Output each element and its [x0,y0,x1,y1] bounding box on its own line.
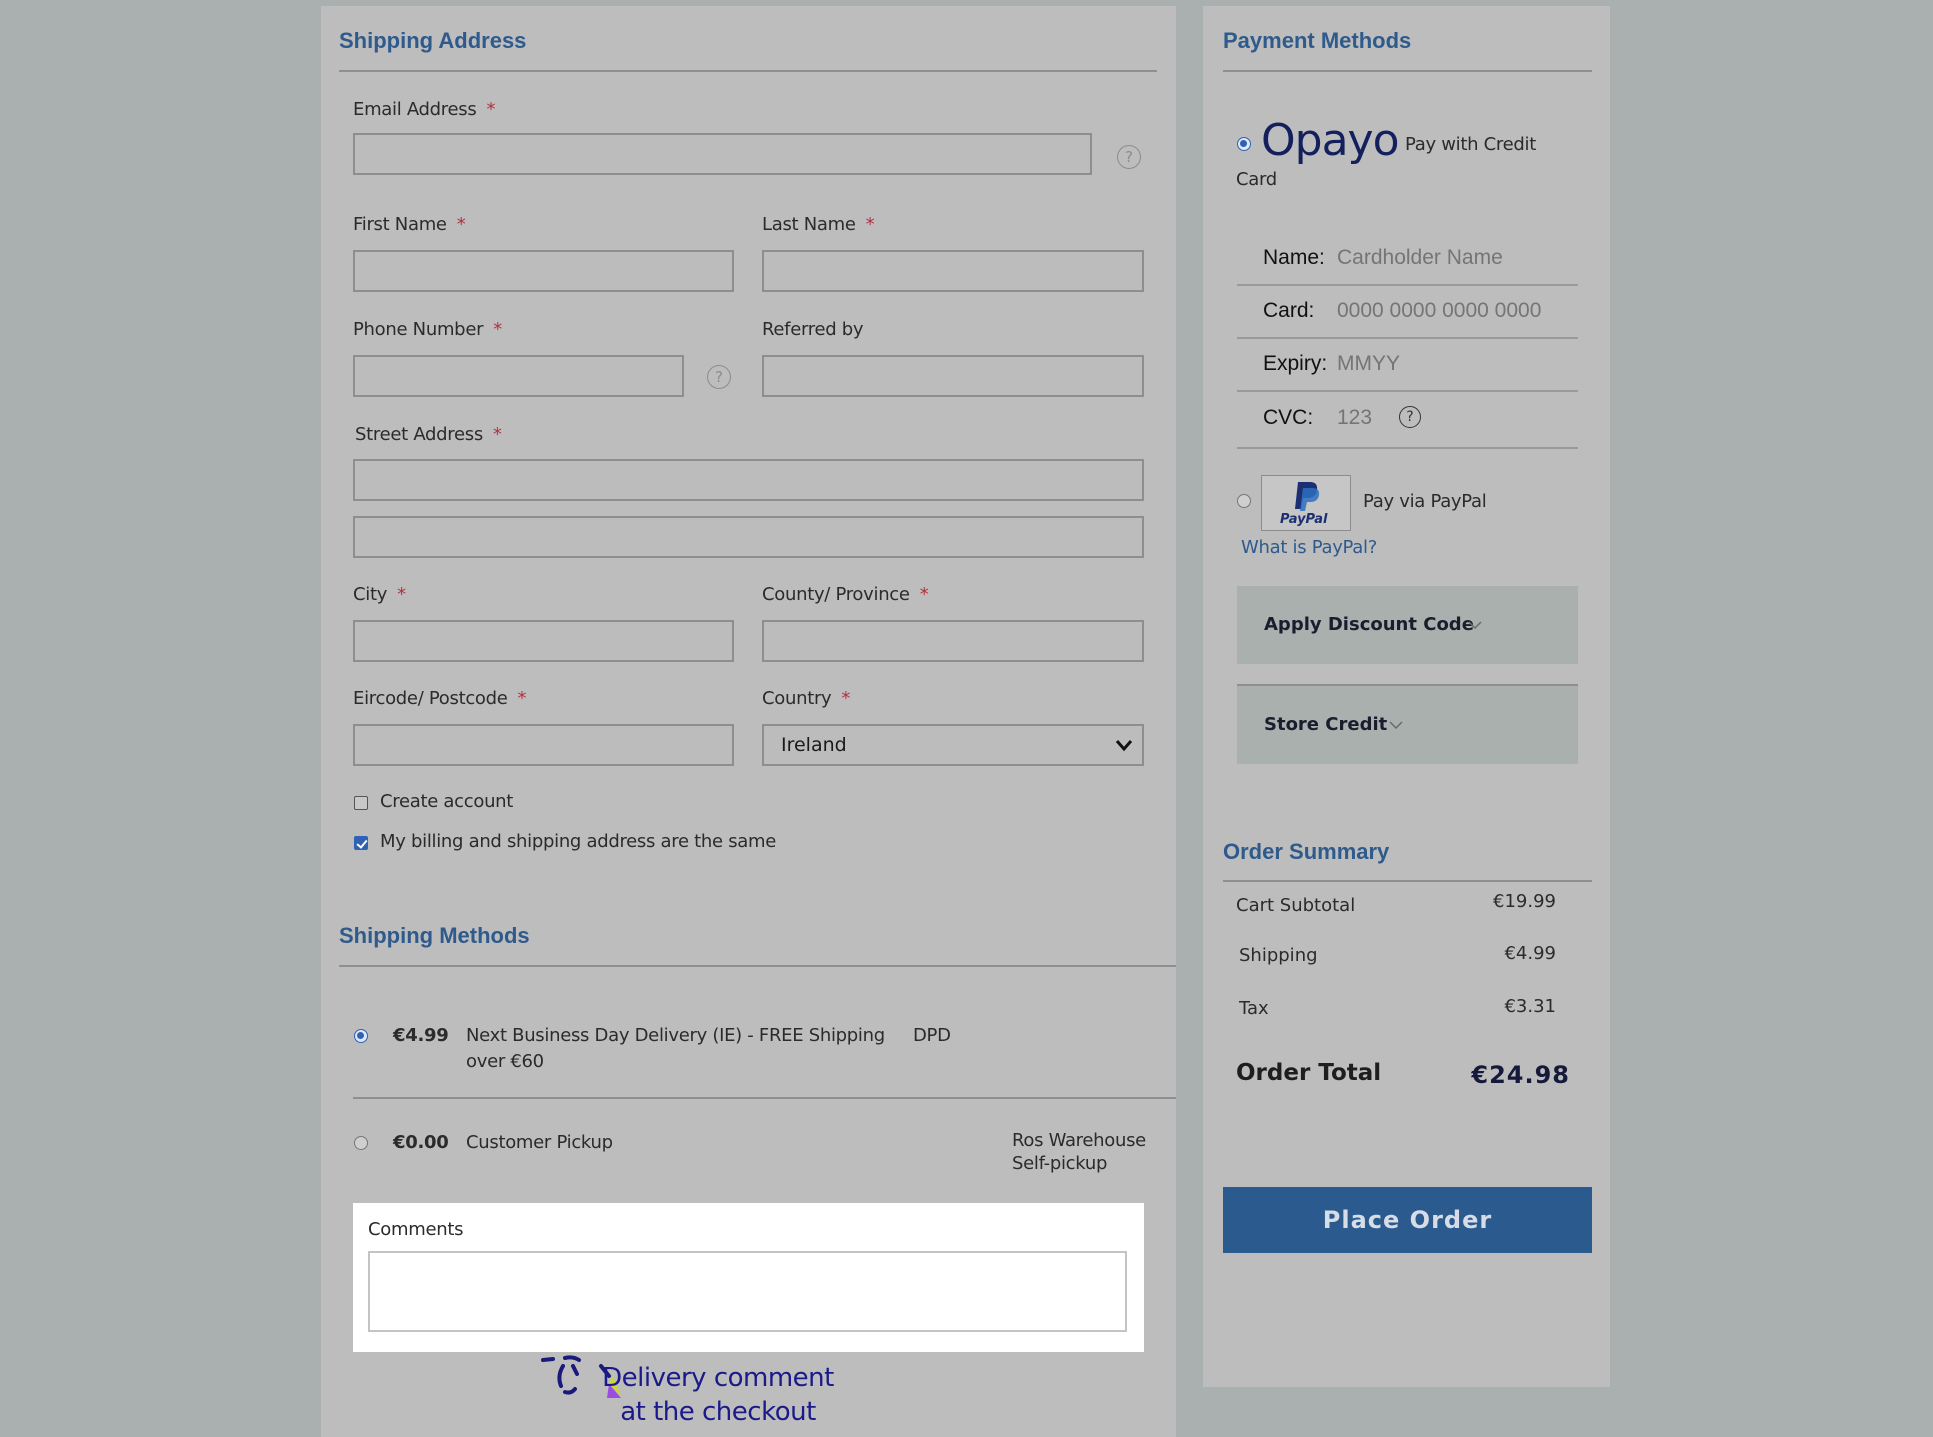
summary-label-subtotal: Cart Subtotal [1236,895,1356,916]
payment-methods-heading: Payment Methods [1223,28,1412,53]
summary-label-tax: Tax [1239,998,1269,1019]
shipping-option-name: Customer Pickup [466,1132,613,1153]
card-cvc-label: CVC: [1263,406,1314,429]
create-account-label: Create account [380,791,514,812]
shipping-methods-heading: Shipping Methods [339,923,530,948]
billing-same-label: My billing and shipping address are the … [380,831,777,852]
shipping-option-carrier-line2: Self-pickup [1012,1153,1108,1174]
paypal-logo-text: PayPal [1280,512,1328,527]
postcode-label: Eircode/ Postcode * [353,688,527,709]
chevron-down-icon [1389,721,1403,730]
summary-label-shipping: Shipping [1239,945,1318,966]
apply-discount-code-toggle[interactable]: Apply Discount Code [1237,586,1578,664]
divider [353,1097,1176,1099]
city-input[interactable] [353,620,734,662]
card-number-label: Card: [1263,299,1315,322]
annotation-line2: at the checkout [620,1397,816,1427]
place-order-button[interactable]: Place Order [1223,1187,1592,1253]
order-summary-heading: Order Summary [1223,839,1390,864]
referred-by-label: Referred by [762,319,864,340]
divider [1223,880,1592,882]
comments-section: Comments [353,1203,1144,1352]
email-help-icon[interactable]: ? [1117,145,1141,169]
store-credit-toggle[interactable]: Store Credit [1237,686,1578,764]
chevron-down-icon [1468,621,1482,630]
phone-label: Phone Number * [353,319,502,340]
payment-panel: Payment Methods Opayo Pay with Credit Ca… [1203,6,1610,1387]
divider [1223,70,1592,72]
street-address-line2-input[interactable] [353,516,1144,558]
county-input[interactable] [762,620,1144,662]
street-address-line1-input[interactable] [353,459,1144,501]
postcode-input[interactable] [353,724,734,766]
cvc-help-icon[interactable]: ? [1399,406,1421,428]
shipping-option-radio[interactable] [354,1029,368,1043]
card-cvc-input[interactable] [1337,402,1397,434]
paypal-label: Pay via PayPal [1363,491,1487,512]
paypal-logo: PayPal [1261,475,1351,531]
last-name-label: Last Name * [762,214,875,235]
summary-value-subtotal: €19.99 [1493,891,1556,912]
divider [1237,390,1578,392]
comments-label: Comments [368,1219,464,1240]
divider [1237,337,1578,339]
annotation-line1: Delivery comment [602,1363,834,1393]
first-name-input[interactable] [353,250,734,292]
comments-textarea[interactable] [368,1251,1127,1332]
shipping-option-radio[interactable] [354,1136,368,1150]
card-expiry-label: Expiry: [1263,352,1328,375]
paypal-p-icon [1295,482,1320,511]
discount-label: Apply Discount Code [1264,614,1474,635]
shipping-option-price: €4.99 [393,1025,449,1046]
opayo-label: Pay with Credit [1405,134,1536,155]
store-credit-label: Store Credit [1264,714,1388,735]
referred-by-input[interactable] [762,355,1144,397]
email-input[interactable] [353,133,1092,175]
card-number-input[interactable] [1337,295,1567,327]
opayo-radio[interactable] [1237,137,1251,151]
first-name-label: First Name * [353,214,466,235]
cardholder-name-input[interactable] [1337,242,1567,274]
opayo-label-line2: Card [1236,169,1277,190]
summary-value-shipping: €4.99 [1504,943,1556,964]
order-total-value: €24.98 [1471,1061,1570,1089]
create-account-checkbox[interactable] [354,796,368,810]
paypal-radio[interactable] [1237,494,1251,508]
shipping-option-carrier: Ros Warehouse [1012,1130,1146,1151]
billing-same-checkbox[interactable] [354,836,368,850]
shipping-option-name: Next Business Day Delivery (IE) - FREE S… [466,1025,885,1046]
county-label: County/ Province * [762,584,929,605]
divider [339,965,1176,967]
chevron-down-icon [1115,740,1133,752]
city-label: City * [353,584,406,605]
country-label: Country * [762,688,851,709]
shipping-option-name-line2: over €60 [466,1051,544,1072]
summary-value-tax: €3.31 [1504,996,1556,1017]
shipping-option-price: €0.00 [393,1132,449,1153]
shipping-option-carrier: DPD [913,1025,951,1046]
country-select[interactable]: Ireland [762,724,1144,766]
phone-help-icon[interactable]: ? [707,365,731,389]
card-expiry-input[interactable] [1337,348,1537,380]
divider [1237,284,1578,286]
divider [1237,447,1578,449]
shipping-address-heading: Shipping Address [339,28,527,53]
phone-input[interactable] [353,355,684,397]
what-is-paypal-link[interactable]: What is PayPal? [1241,537,1377,558]
divider [339,70,1157,72]
opayo-logo: Opayo [1261,115,1399,166]
last-name-input[interactable] [762,250,1144,292]
card-name-label: Name: [1263,246,1325,269]
shipping-panel: Shipping Address Email Address * ? First … [321,6,1176,1437]
email-label: Email Address * [353,99,496,120]
street-address-label: Street Address * [355,424,502,445]
order-total-label: Order Total [1236,1060,1382,1086]
country-selected-value: Ireland [781,734,847,756]
